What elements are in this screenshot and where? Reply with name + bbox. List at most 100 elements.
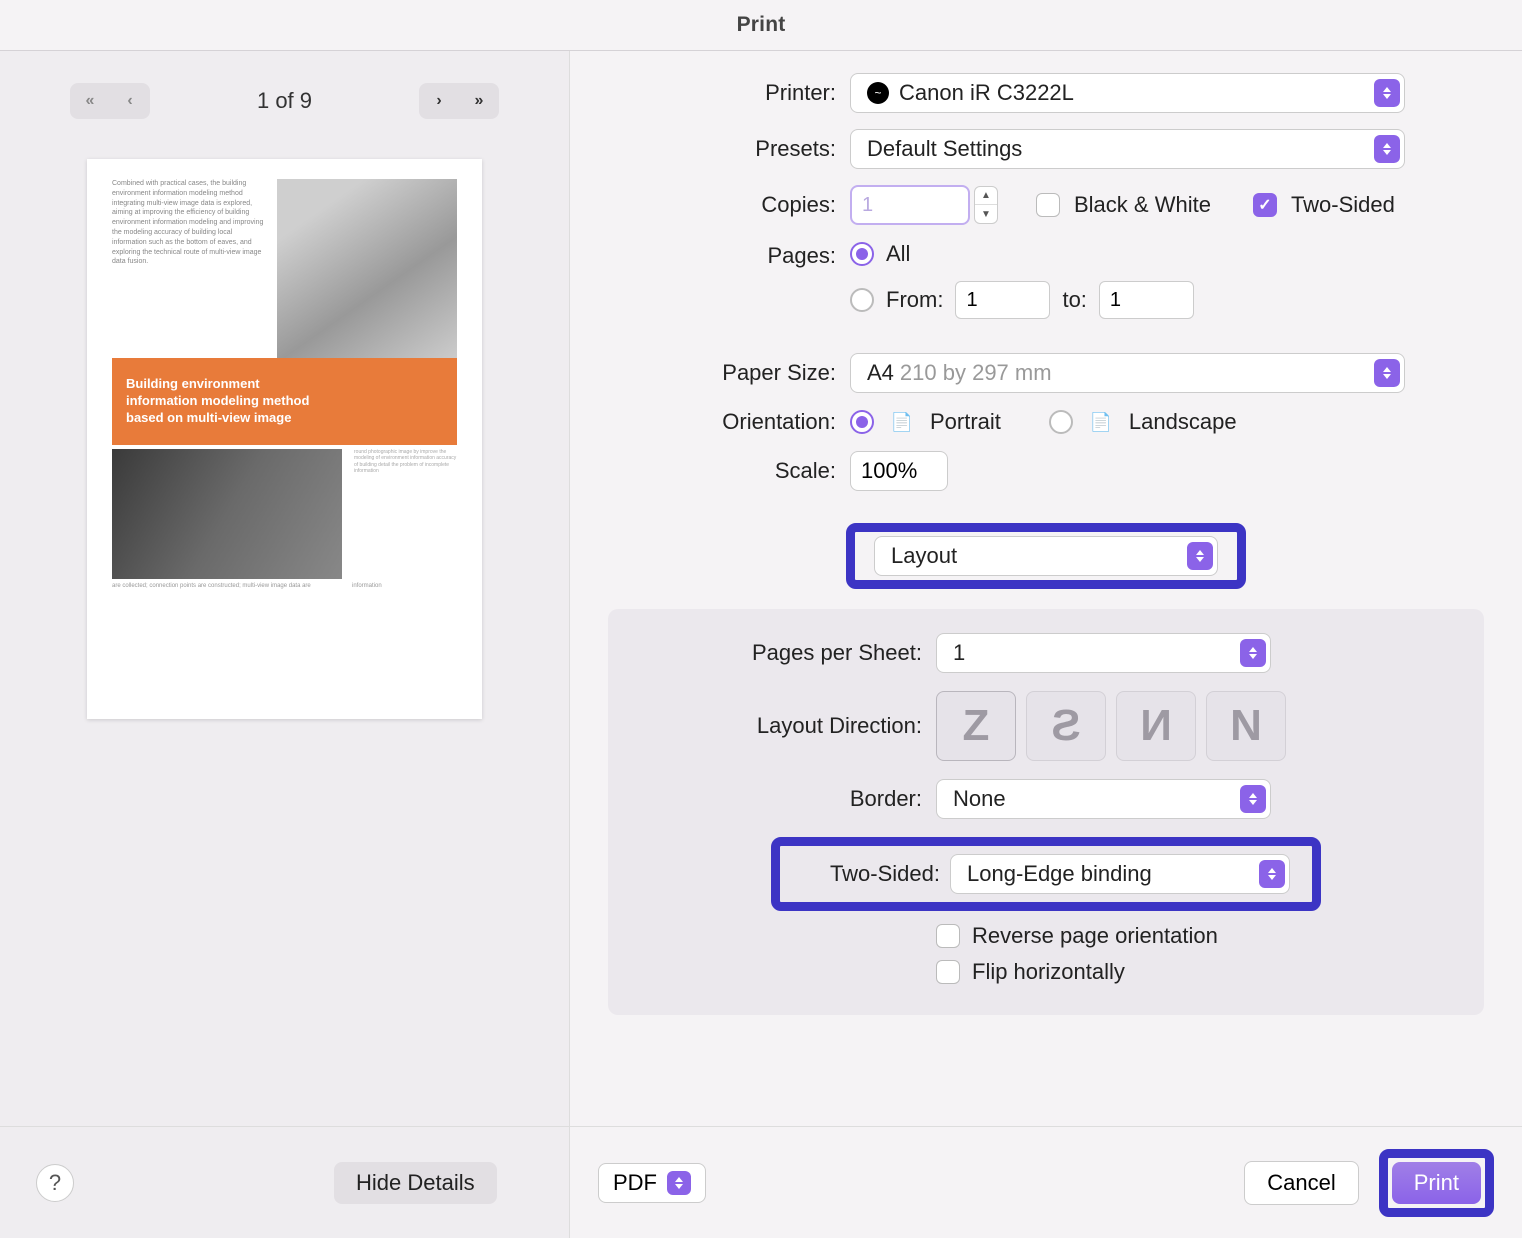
select-handle-icon [1187, 542, 1213, 570]
thumb-banner: Building environment information modelin… [112, 358, 457, 445]
reverse-orientation-checkbox[interactable] [936, 924, 960, 948]
thumb-intro-text: Combined with practical cases, the build… [112, 179, 265, 359]
select-handle-icon [1240, 785, 1266, 813]
first-page-icon: « [70, 83, 110, 119]
printer-select[interactable]: ~ Canon iR C3222L [850, 73, 1405, 113]
pages-label: Pages: [600, 241, 850, 269]
prev-page-group[interactable]: « ‹ [70, 83, 150, 119]
printer-status-icon: ~ [867, 82, 889, 104]
pages-from-input[interactable] [955, 281, 1050, 319]
print-button[interactable]: Print [1392, 1162, 1481, 1204]
prev-page-icon: ‹ [110, 83, 150, 119]
layout-section-select[interactable]: Layout [874, 536, 1218, 576]
next-page-group[interactable]: › » [419, 83, 499, 119]
reverse-orientation-label: Reverse page orientation [972, 923, 1218, 949]
presets-label: Presets: [600, 136, 850, 162]
layout-direction-label: Layout Direction: [626, 713, 936, 739]
chevron-down-icon [667, 1171, 691, 1195]
preview-nav: « ‹ 1 of 9 › » [0, 51, 569, 131]
pages-per-sheet-value: 1 [953, 640, 965, 666]
scale-label: Scale: [600, 458, 850, 484]
banner-line-1: Building environment [126, 376, 443, 393]
orientation-label: Orientation: [600, 409, 850, 435]
print-button-highlight: Print [1379, 1149, 1494, 1217]
pages-per-sheet-select[interactable]: 1 [936, 633, 1271, 673]
two-sided-value: Long-Edge binding [967, 861, 1152, 887]
settings-pane: Printer: ~ Canon iR C3222L Presets: Defa… [570, 51, 1522, 1238]
preview-thumbnail: Combined with practical cases, the build… [87, 159, 482, 719]
border-value: None [953, 786, 1006, 812]
thumb-footer-col: information [352, 583, 457, 589]
thumb-side-text: round photographic image by improve the … [354, 449, 457, 579]
help-button[interactable]: ? [36, 1164, 74, 1202]
select-handle-icon [1374, 79, 1400, 107]
presets-value: Default Settings [867, 136, 1022, 162]
page-counter: 1 of 9 [257, 88, 312, 114]
border-select[interactable]: None [936, 779, 1271, 819]
paper-size-select[interactable]: A4 210 by 297 mm [850, 353, 1405, 393]
two-sided-highlight: Two-Sided: Long-Edge binding [771, 837, 1321, 911]
two-sided-label: Two-Sided [1291, 192, 1395, 218]
two-sided-select[interactable]: Long-Edge binding [950, 854, 1290, 894]
copies-input[interactable] [850, 185, 970, 225]
pages-to-input[interactable] [1099, 281, 1194, 319]
thumb-image-top [277, 179, 457, 359]
flip-horizontally-label: Flip horizontally [972, 959, 1125, 985]
portrait-label: Portrait [930, 409, 1001, 435]
banner-line-2: information modeling method [126, 393, 443, 410]
two-sided-row-label: Two-Sided: [790, 861, 940, 887]
preview-pane: « ‹ 1 of 9 › » Combined with practical c… [0, 51, 570, 1238]
pages-per-sheet-label: Pages per Sheet: [626, 640, 936, 666]
layout-section-highlight: Layout [846, 523, 1246, 589]
pages-all-radio[interactable] [850, 242, 874, 266]
select-handle-icon [1240, 639, 1266, 667]
portrait-icon: 📄 [888, 410, 916, 434]
flip-horizontally-checkbox[interactable] [936, 960, 960, 984]
window-title: Print [0, 0, 1522, 50]
paper-size-hint: 210 by 297 mm [900, 360, 1052, 386]
last-page-icon: » [459, 83, 499, 119]
preview-footer: ? Hide Details [0, 1126, 569, 1238]
landscape-icon: 📄 [1087, 410, 1115, 434]
pdf-menu-button[interactable]: PDF [598, 1163, 706, 1203]
portrait-radio[interactable] [850, 410, 874, 434]
step-down-icon: ▼ [975, 205, 997, 223]
cancel-button[interactable]: Cancel [1244, 1161, 1358, 1205]
hide-details-button[interactable]: Hide Details [334, 1162, 497, 1204]
copies-label: Copies: [600, 192, 850, 218]
layout-direction-1[interactable]: Z [936, 691, 1016, 761]
landscape-radio[interactable] [1049, 410, 1073, 434]
printer-value: Canon iR C3222L [899, 80, 1074, 106]
scale-input[interactable] [850, 451, 948, 491]
layout-direction-4[interactable]: N [1206, 691, 1286, 761]
stepper-arrows[interactable]: ▲ ▼ [974, 186, 998, 224]
pages-all-label: All [886, 241, 910, 267]
select-handle-icon [1259, 860, 1285, 888]
select-handle-icon [1374, 359, 1400, 387]
step-up-icon: ▲ [975, 187, 997, 205]
printer-label: Printer: [600, 80, 850, 106]
paper-size-value: A4 [867, 360, 894, 386]
black-white-checkbox[interactable] [1036, 193, 1060, 217]
thumb-footer: are collected; connection points are con… [112, 583, 322, 589]
paper-size-label: Paper Size: [600, 360, 850, 386]
pages-from-label: From: [886, 287, 943, 313]
landscape-label: Landscape [1129, 409, 1237, 435]
content-area: « ‹ 1 of 9 › » Combined with practical c… [0, 50, 1522, 1238]
layout-direction-3[interactable]: И [1116, 691, 1196, 761]
copies-stepper[interactable]: ▲ ▼ [850, 185, 998, 225]
pdf-label: PDF [613, 1170, 657, 1196]
presets-select[interactable]: Default Settings [850, 129, 1405, 169]
thumb-image-bottom [112, 449, 342, 579]
pages-range-radio[interactable] [850, 288, 874, 312]
two-sided-checkbox[interactable]: ✓ [1253, 193, 1277, 217]
layout-section-value: Layout [891, 543, 957, 569]
border-label: Border: [626, 786, 936, 812]
layout-direction-2[interactable]: Ƨ [1026, 691, 1106, 761]
layout-panel: Pages per Sheet: 1 Layout Direction: Z Ƨ… [608, 609, 1484, 1015]
next-page-icon: › [419, 83, 459, 119]
settings-footer: PDF Cancel Print [570, 1126, 1522, 1238]
pages-to-label: to: [1062, 287, 1086, 313]
black-white-label: Black & White [1074, 192, 1211, 218]
banner-line-3: based on multi-view image [126, 410, 443, 427]
